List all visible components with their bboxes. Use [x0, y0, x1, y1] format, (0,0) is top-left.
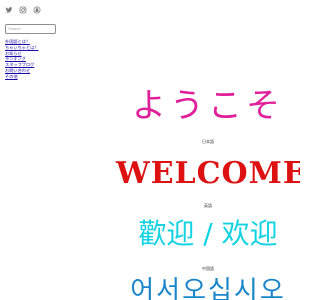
search-input[interactable] [5, 24, 56, 34]
nav-link-contact[interactable]: お問い合わせ [5, 68, 30, 73]
greeting-japanese-caption: 日本語 [202, 139, 214, 144]
nav-link-staff-blog[interactable]: スタッフブログ [5, 62, 34, 67]
greeting-english: WELCOME [116, 156, 300, 191]
nav-link-about-foreign-language[interactable]: 外国語とは？ [5, 39, 30, 44]
site-nav: 外国語とは？ ちゃいちゃとは？ お知らせ ランキング スタッフブログ お問い合わ… [5, 39, 39, 80]
twitter-icon[interactable] [5, 6, 13, 14]
welcome-page: 外国語とは？ ちゃいちゃとは？ お知らせ ランキング スタッフブログ お問い合わ… [0, 0, 300, 300]
greeting-chinese-caption: 中国語 [202, 266, 214, 271]
greeting-japanese: ようこそ [132, 86, 284, 126]
instagram-icon[interactable] [19, 6, 27, 14]
snapchat-icon[interactable] [33, 6, 41, 14]
nav-link-news[interactable]: お知らせ [5, 51, 22, 56]
nav-link-about-chaicha[interactable]: ちゃいちゃとは？ [5, 45, 39, 50]
nav-link-other[interactable]: その他 [5, 74, 18, 79]
nav-link-ranking[interactable]: ランキング [5, 56, 26, 61]
greeting-korean: 어서오십시오 [130, 276, 286, 300]
nav-item: その他 [5, 74, 39, 80]
social-icons [5, 6, 41, 14]
greeting-chinese: 歡迎 / 欢迎 [138, 217, 278, 250]
greeting-english-caption: 英語 [204, 203, 212, 208]
